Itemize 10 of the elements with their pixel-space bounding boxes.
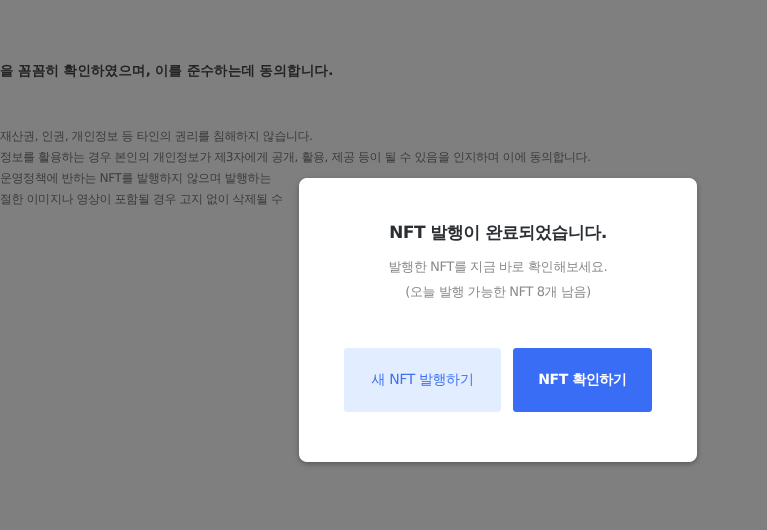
agreement-line: 재산권, 인권, 개인정보 등 타인의 권리를 침해하지 않습니다. [0,128,314,145]
view-nft-button[interactable]: NFT 확인하기 [513,348,652,412]
agreement-line: 정보를 활용하는 경우 본인의 개인정보가 제3자에게 공개, 활용, 제공 등이 될 수 있음을 인지하며 이에 동의합니다. [0,149,592,166]
dialog-title: NFT 발행이 완료되었습니다. [389,222,607,244]
dialog-message: (오늘 발행 가능한 NFT 8개 남음) [405,284,591,302]
new-nft-button[interactable]: 새 NFT 발행하기 [344,348,501,412]
agreement-line: 운영정책에 반하는 NFT를 발행하지 않으며 발행하는 [0,170,272,187]
agreement-heading: 을 꼼꼼히 확인하였으며, 이를 준수하는데 동의합니다. [0,62,334,80]
dialog-message: 발행한 NFT를 지금 바로 확인해보세요. [388,259,608,277]
agreement-line: 절한 이미지나 영상이 포함될 경우 고지 없이 삭제될 수 [0,191,284,208]
